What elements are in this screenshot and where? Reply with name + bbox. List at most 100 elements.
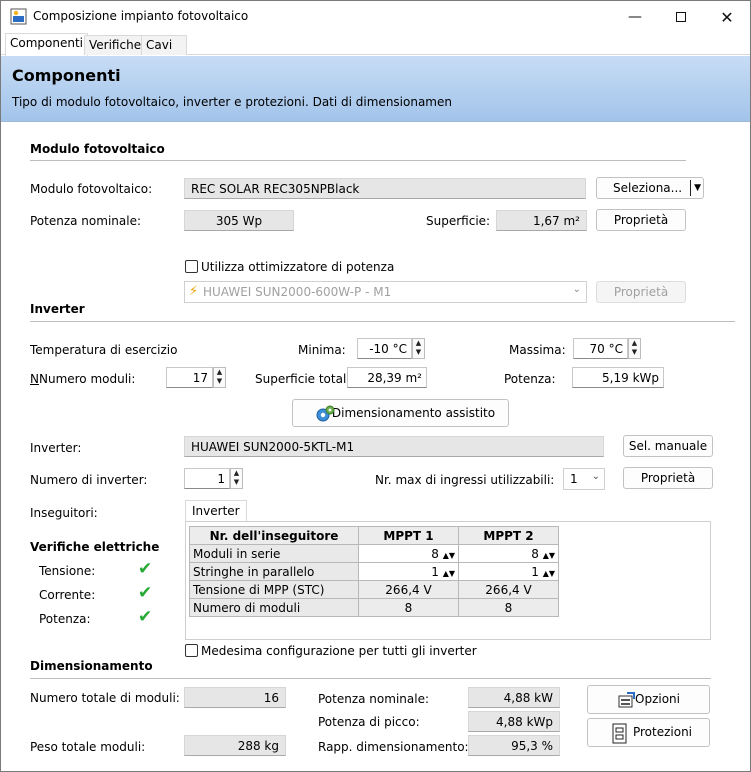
minima-stepper[interactable]: ▲ ▼ (412, 338, 425, 359)
table-header: MPPT 2 (458, 526, 559, 545)
temperatura-label: Temperatura di esercizio (30, 343, 178, 357)
potenza-check-label: Potenza: (39, 612, 91, 626)
options-icon (618, 692, 635, 708)
potenza-nominale-label: Potenza nominale: (30, 214, 141, 228)
tab-cavi[interactable]: Cavi (141, 35, 187, 55)
massima-input[interactable]: 70 °C (573, 338, 628, 359)
switchboard-icon (612, 723, 627, 744)
max-ingressi-value: 1 (570, 472, 578, 486)
stepper-icon[interactable]: ▲▼ (543, 551, 555, 560)
table-row: Moduli in serie 8 ▲▼ 8 ▲▼ (189, 544, 559, 563)
section-dimensionamento: Dimensionamento (30, 659, 153, 673)
table-row: Numero di moduli 8 8 (189, 598, 559, 617)
tab-verifiche[interactable]: Verifiche (84, 35, 147, 55)
tab-inverter[interactable]: Inverter (185, 500, 247, 522)
chevron-up-icon[interactable]: ▲ (214, 368, 225, 377)
chevron-down-icon: ⌄ (572, 284, 581, 295)
table-header: Nr. dell'inseguitore (189, 526, 359, 545)
numero-totale-field: 16 (184, 687, 286, 708)
table-cell-stepper[interactable]: 1 ▲▼ (358, 562, 459, 581)
chevron-down-icon[interactable]: ▼ (694, 178, 701, 198)
chevron-up-icon[interactable]: ▲ (231, 469, 242, 478)
table-cell-stepper[interactable]: 1 ▲▼ (458, 562, 559, 581)
close-icon[interactable]: ✕ (704, 1, 750, 33)
section-inverter: Inverter (30, 302, 85, 316)
seleziona-button[interactable]: Seleziona... ▼ (596, 177, 704, 199)
numero-moduli-stepper[interactable]: ▲ ▼ (213, 367, 226, 388)
section-modulo: Modulo fotovoltaico (30, 142, 165, 156)
inverter-field: HUAWEI SUN2000-5KTL-M1 (184, 436, 604, 457)
check-icon: ✔ (138, 607, 153, 627)
check-icon: ✔ (138, 559, 153, 579)
potenza-nominale-field: 305 Wp (184, 210, 294, 231)
sel-manuale-button[interactable]: Sel. manuale (623, 435, 713, 457)
stepper-icon[interactable]: ▲▼ (443, 551, 455, 560)
row-label: Stringhe in parallelo (189, 562, 359, 581)
potenza-label: Potenza: (504, 372, 556, 386)
table-header: MPPT 1 (358, 526, 459, 545)
potenza-picco-label: Potenza di picco: (318, 715, 420, 729)
divider (30, 321, 735, 322)
ottimizzatore-value: HUAWEI SUN2000-600W-P - M1 (203, 285, 392, 299)
ottimizzatore-checkbox[interactable] (185, 260, 198, 273)
chevron-up-icon[interactable]: ▲ (629, 339, 640, 348)
table-cell: 266,4 V (358, 580, 459, 599)
table-cell: 8 (458, 598, 559, 617)
modulo-field: REC SOLAR REC305NPBlack (184, 178, 586, 199)
stepper-icon[interactable]: ▲▼ (443, 569, 455, 578)
numero-moduli-label: NNumero moduli: (30, 372, 136, 386)
table-cell-stepper[interactable]: 8 ▲▼ (458, 544, 559, 563)
rapp-dimensionamento-label: Rapp. dimensionamento: (318, 740, 469, 754)
massima-stepper[interactable]: ▲ ▼ (628, 338, 641, 359)
protezioni-label: Protezioni (632, 725, 693, 739)
max-ingressi-label: Nr. max di ingressi utilizzabili: (375, 473, 555, 487)
verifiche-title: Verifiche elettriche (30, 540, 160, 554)
title-bar: Composizione impianto fotovoltaico — ✕ (1, 1, 750, 33)
dimensionamento-label: Dimensionamento assistito (331, 406, 496, 420)
max-ingressi-dropdown[interactable]: 1 ⌄ (563, 468, 605, 490)
massima-label: Massima: (509, 343, 566, 357)
page-title: Componenti (12, 66, 121, 85)
potenza-field: 5,19 kWp (572, 367, 664, 388)
dim-potenza-nominale-field: 4,88 kW (468, 687, 560, 708)
opzioni-button[interactable]: Opzioni (587, 685, 710, 714)
tab-bar: Componenti Verifiche Cavi (1, 33, 750, 56)
ottimizzatore-label: Utilizza ottimizzatore di potenza (201, 260, 395, 274)
superficie-label: Superficie: (426, 214, 491, 228)
proprieta-ottimizzatore-button[interactable]: Proprietà (596, 281, 686, 303)
dimensionamento-assistito-button[interactable]: Dimensionamento assistito (292, 399, 509, 427)
table-cell: 266,4 V (458, 580, 559, 599)
medesima-label: Medesima configurazione per tutti gli in… (201, 644, 477, 658)
chevron-down-icon[interactable]: ▼ (214, 377, 225, 386)
proprieta-modulo-button[interactable]: Proprietà (596, 209, 686, 231)
maximize-icon[interactable] (658, 1, 704, 33)
stepper-icon[interactable]: ▲▼ (543, 569, 555, 578)
minimize-icon[interactable]: — (612, 1, 658, 33)
gears-icon (316, 405, 335, 422)
protezioni-button[interactable]: Protezioni (587, 718, 710, 747)
chevron-down-icon[interactable]: ▼ (629, 348, 640, 357)
dim-potenza-nominale-label: Potenza nominale: (318, 692, 429, 706)
minima-input[interactable]: -10 °C (357, 338, 412, 359)
seleziona-label: Seleziona... (613, 181, 683, 195)
chevron-down-icon[interactable]: ▼ (413, 348, 424, 357)
ottimizzatore-dropdown[interactable]: ⚡ HUAWEI SUN2000-600W-P - M1 ⌄ (184, 281, 587, 303)
chevron-down-icon[interactable]: ▼ (231, 478, 242, 487)
numero-inverter-input[interactable]: 1 (184, 468, 230, 489)
chevron-up-icon[interactable]: ▲ (413, 339, 424, 348)
superficie-totale-field: 28,39 m² (347, 367, 427, 388)
medesima-checkbox[interactable] (185, 644, 198, 657)
rapp-dimensionamento-field: 95,3 % (468, 735, 560, 756)
inseguitori-label: Inseguitori: (30, 506, 98, 520)
table-row: Tensione di MPP (STC) 266,4 V 266,4 V (189, 580, 559, 599)
numero-inverter-stepper[interactable]: ▲ ▼ (230, 468, 243, 489)
table-cell-stepper[interactable]: 8 ▲▼ (358, 544, 459, 563)
tab-componenti[interactable]: Componenti (5, 33, 89, 56)
numero-totale-label: Numero totale di moduli: (30, 691, 180, 705)
proprieta-inverter-button[interactable]: Proprietà (623, 467, 713, 489)
divider (30, 678, 711, 679)
window-title: Composizione impianto fotovoltaico (33, 9, 249, 23)
numero-moduli-input[interactable]: 17 (166, 367, 213, 388)
row-label: Tensione di MPP (STC) (189, 580, 359, 599)
page-subtitle: Tipo di modulo fotovoltaico, inverter e … (12, 95, 452, 109)
